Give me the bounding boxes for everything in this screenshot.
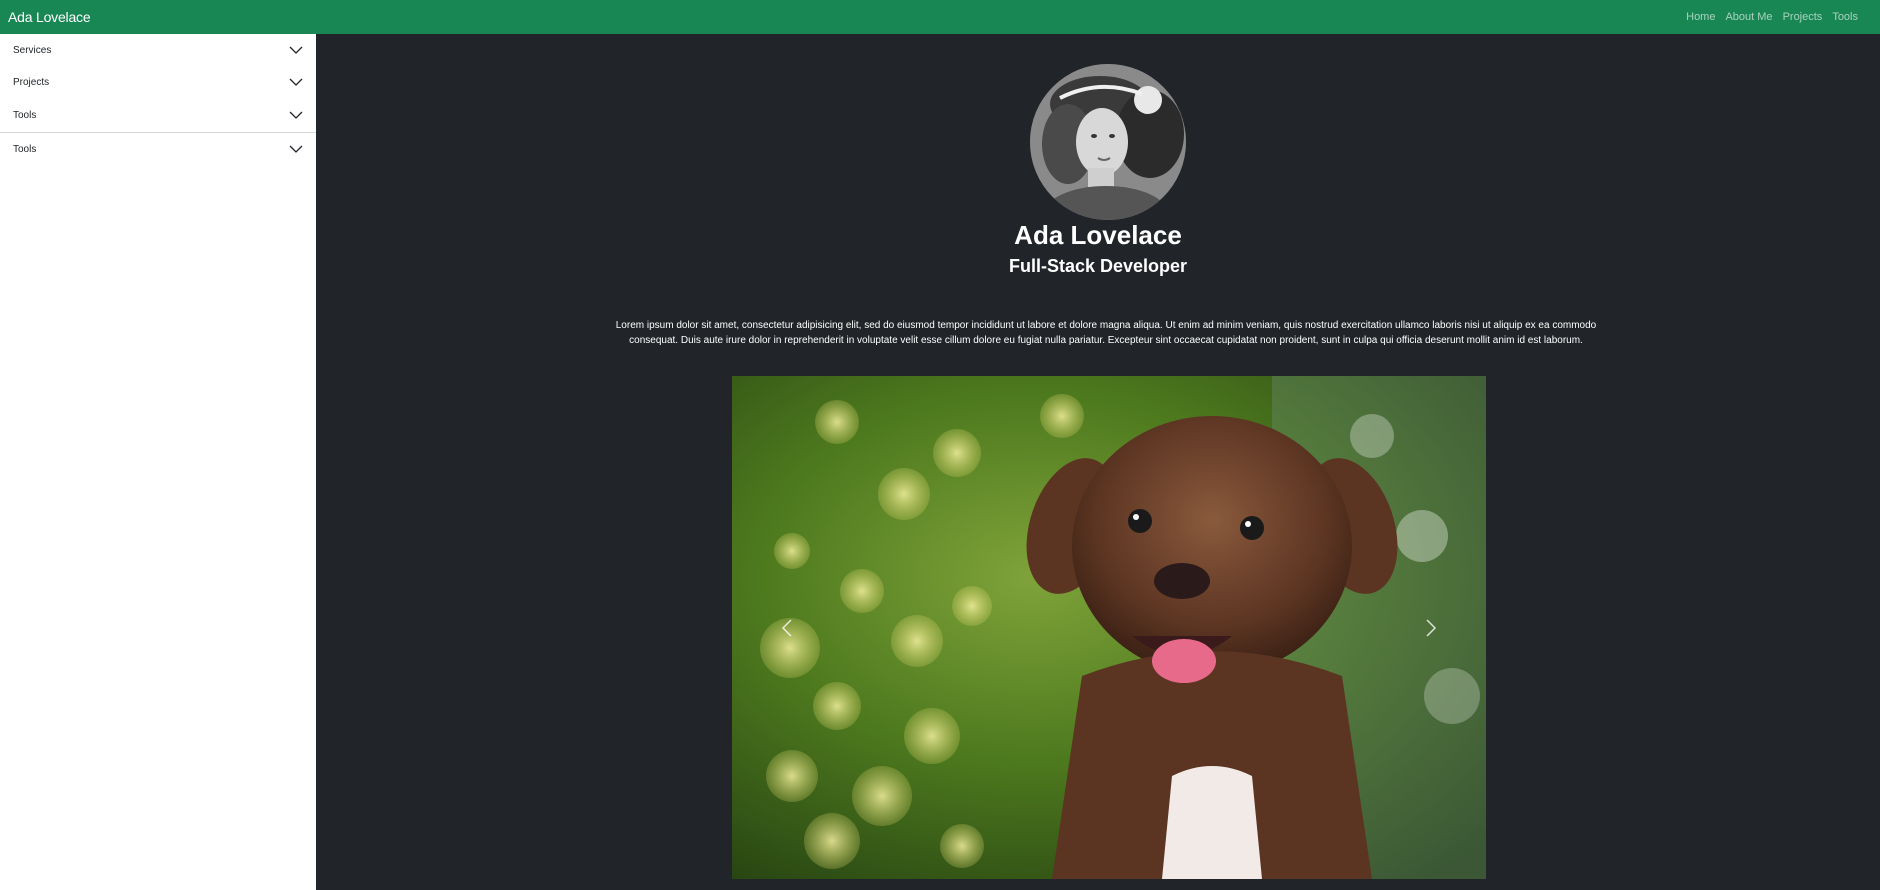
profile-role: Full-Stack Developer — [1008, 256, 1188, 276]
sidebar-item-label: Services — [13, 44, 52, 56]
portrait-image — [1030, 64, 1186, 220]
carousel-prev-button[interactable] — [732, 376, 842, 879]
brand-title[interactable]: Ada Lovelace — [8, 9, 91, 25]
sidebar-item-label: Tools — [13, 109, 37, 121]
image-carousel[interactable] — [732, 376, 1486, 879]
carousel-next-button[interactable] — [1376, 376, 1486, 879]
top-navbar: Ada Lovelace Home About Me Projects Tool… — [0, 0, 1880, 34]
nav-links: Home About Me Projects Tools — [1686, 11, 1872, 23]
chevron-down-icon — [289, 111, 303, 119]
nav-link-home[interactable]: Home — [1686, 11, 1715, 23]
nav-link-tools[interactable]: Tools — [1832, 11, 1858, 23]
sidebar-item-services[interactable]: Services — [0, 34, 316, 67]
chevron-down-icon — [289, 78, 303, 87]
chevron-down-icon — [289, 46, 303, 54]
main-content: Ada Lovelace Full-Stack Developer Lorem … — [316, 34, 1880, 890]
sidebar-item-label: Tools — [13, 143, 37, 155]
avatar — [1030, 64, 1186, 220]
nav-link-about-me[interactable]: About Me — [1725, 11, 1772, 23]
sidebar-item-projects[interactable]: Projects — [0, 67, 316, 100]
sidebar-item-tools[interactable]: Tools — [0, 99, 316, 132]
profile-name: Ada Lovelace — [1014, 220, 1182, 250]
sidebar: Services Projects Tools Tools — [0, 34, 316, 890]
chevron-right-icon — [1426, 618, 1437, 637]
profile-bio: Lorem ipsum dolor sit amet, consectetur … — [615, 320, 1597, 346]
sidebar-item-label: Projects — [13, 77, 50, 89]
nav-link-projects[interactable]: Projects — [1783, 11, 1823, 23]
sidebar-item-tools-2[interactable]: Tools — [0, 131, 316, 166]
puppy-photo — [732, 376, 1486, 879]
chevron-down-icon — [289, 145, 303, 153]
chevron-left-icon — [781, 618, 792, 637]
